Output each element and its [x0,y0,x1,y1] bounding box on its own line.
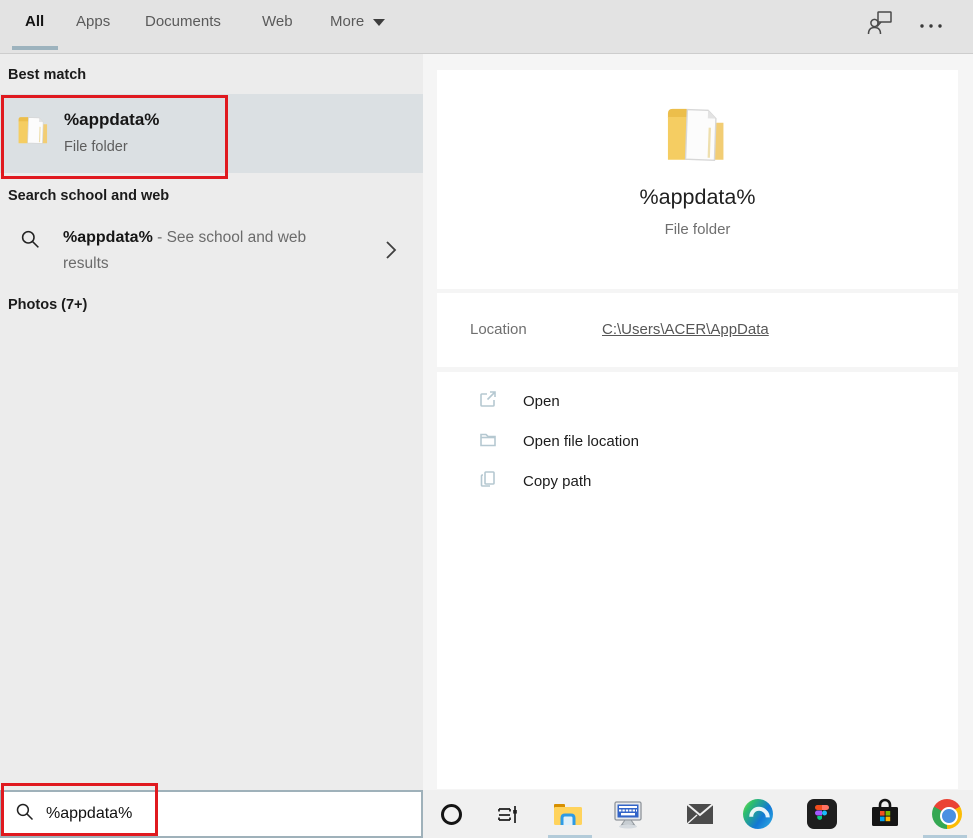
web-result-query: %appdata% [63,229,153,246]
search-input[interactable] [46,805,421,823]
web-search-heading: Search school and web [8,188,169,204]
tab-documents[interactable]: Documents [145,13,221,30]
tab-more-label: More [330,13,364,30]
tab-web[interactable]: Web [262,13,293,30]
action-open-file-location-label: Open file location [523,433,639,450]
edge-icon[interactable] [742,798,774,830]
dropdown-arrow-icon [373,19,385,26]
action-open-file-location[interactable]: Open file location [437,421,958,461]
search-filter-tabbar: All Apps Documents Web More [0,0,973,54]
preview-location-card: Location C:\Users\ACER\AppData [437,293,958,367]
action-copy-path-label: Copy path [523,473,591,490]
location-label: Location [470,321,527,338]
best-match-title: %appdata% [64,110,159,130]
chevron-right-icon[interactable] [385,240,397,265]
folder-outline-icon [478,429,498,454]
file-explorer-icon[interactable] [552,798,584,830]
figma-icon[interactable] [806,798,838,830]
search-results-panel: Best match %appdata% File folder Search … [0,54,423,838]
folder-document-icon [661,95,735,169]
photos-heading: Photos (7+) [8,297,87,313]
preview-type: File folder [665,221,731,238]
active-tab-underline [12,46,58,50]
location-path-link[interactable]: C:\Users\ACER\AppData [602,321,769,338]
microsoft-store-icon[interactable] [869,798,901,830]
tab-more[interactable]: More [330,13,385,30]
best-match-type: File folder [64,139,128,155]
action-open-label: Open [523,393,560,410]
preview-actions-card: Open Open file location Copy path [437,372,958,789]
search-input-bar[interactable] [0,790,423,838]
web-search-result-row[interactable]: %appdata% - See school and web results [0,222,423,294]
feedback-icon[interactable] [867,9,894,40]
taskbar [423,790,973,838]
best-match-heading: Best match [8,67,86,83]
action-copy-path[interactable]: Copy path [437,461,958,501]
cortana-icon[interactable] [435,798,467,830]
open-external-icon [478,389,498,414]
preview-panel: %appdata% File folder Location C:\Users\… [423,54,973,790]
preview-header-card: %appdata% File folder [437,70,958,289]
copy-icon [478,469,498,494]
windows-search-flyout: All Apps Documents Web More Best match [0,0,973,838]
mail-icon[interactable] [684,798,716,830]
tweak-slider-icon[interactable] [491,798,523,830]
tab-apps[interactable]: Apps [76,13,110,30]
action-open[interactable]: Open [437,381,958,421]
folder-document-icon [15,110,53,148]
search-icon [20,229,41,255]
preview-title: %appdata% [640,185,756,210]
chrome-icon[interactable] [931,798,963,830]
best-match-result-row[interactable]: %appdata% File folder [0,94,423,173]
search-icon [15,802,35,827]
more-options-icon[interactable] [919,16,943,34]
on-screen-keyboard-icon[interactable] [612,798,644,830]
tab-all[interactable]: All [25,13,44,30]
